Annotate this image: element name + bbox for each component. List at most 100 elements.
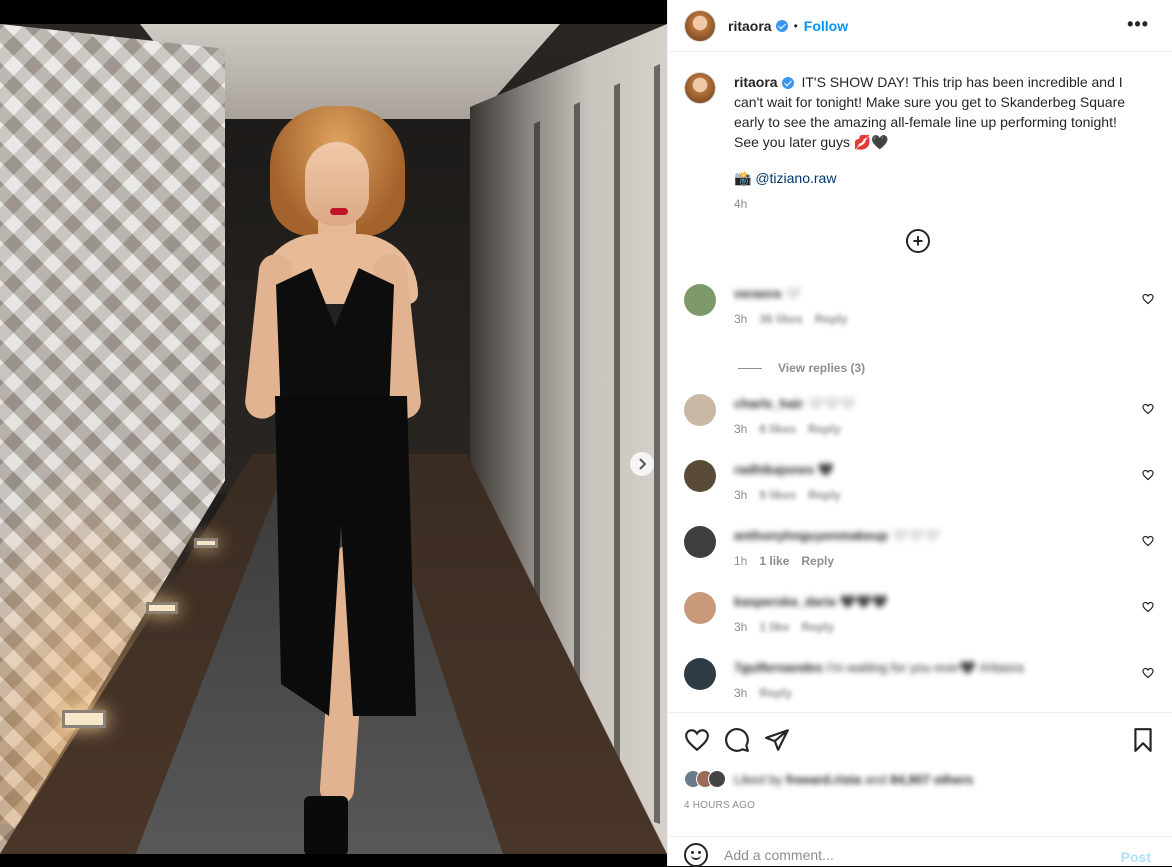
reply-button[interactable]: Reply bbox=[801, 554, 834, 568]
comment-like-heart-icon[interactable] bbox=[1142, 468, 1154, 481]
comment-meta: 3h 8 likes Reply bbox=[734, 422, 1124, 436]
post-caption: ritaora IT'S SHOW DAY! This trip has bee… bbox=[684, 72, 1154, 214]
comment-time: 3h bbox=[734, 620, 748, 634]
comment-likes[interactable]: 8 likes bbox=[759, 422, 796, 436]
emoji-smiley-icon[interactable] bbox=[684, 842, 708, 867]
author-avatar[interactable] bbox=[684, 9, 716, 42]
comment-likes[interactable]: 9 likes bbox=[759, 488, 796, 502]
floor-light bbox=[146, 602, 178, 614]
posted-time: 4 HOURS AGO bbox=[684, 800, 756, 811]
liker-avatar bbox=[708, 770, 726, 788]
comment-body: kasperska_daria 🖤🖤🖤 3h 1 like Reply bbox=[734, 588, 1124, 654]
follow-button[interactable]: Follow bbox=[804, 18, 848, 34]
comment-like-heart-icon[interactable] bbox=[1142, 402, 1154, 415]
comment-like-heart-icon[interactable] bbox=[1142, 292, 1154, 305]
commenter-avatar[interactable] bbox=[684, 460, 716, 492]
comment-text-line: charls_hair 🤍🤍🤍 bbox=[734, 394, 1124, 414]
load-more-comments-button[interactable]: + bbox=[906, 229, 930, 253]
comment-text-line: radhikajones 🖤 bbox=[734, 460, 1124, 480]
floor-light bbox=[194, 538, 218, 548]
commenter-username[interactable]: 7gulfernandes bbox=[734, 660, 823, 675]
comment-text: 🖤🖤🖤 bbox=[839, 594, 889, 609]
commenter-username[interactable]: charls_hair bbox=[734, 396, 803, 411]
commenter-username[interactable]: kasperska_daria bbox=[734, 594, 836, 609]
share-paper-plane-icon[interactable] bbox=[764, 727, 790, 753]
comment-item: 7gulfernandes I'm waiting for you ever🖤 … bbox=[684, 654, 1154, 720]
comments-list: veraora 🤍 3h 36 likes Reply View replies (3)… bbox=[684, 280, 1154, 720]
commenter-username[interactable]: radhikajones bbox=[734, 462, 814, 477]
comment-item: anthonyhnguyenmakeup 🤍🤍🤍 1h 1 like Reply bbox=[684, 522, 1154, 588]
comment-item: charls_hair 🤍🤍🤍 3h 8 likes Reply bbox=[684, 390, 1154, 456]
comment-input[interactable] bbox=[724, 846, 1104, 863]
comment-text: 🤍🤍🤍 bbox=[807, 396, 856, 411]
post-header: ritaora • Follow ••• bbox=[668, 0, 1172, 52]
floor-light bbox=[62, 710, 106, 728]
liker-username[interactable]: freeard.rista bbox=[786, 772, 861, 787]
comment-time: 3h bbox=[734, 422, 748, 436]
reply-button[interactable]: Reply bbox=[808, 422, 841, 436]
commenter-avatar[interactable] bbox=[684, 592, 716, 624]
comment-text: 🤍🤍🤍 bbox=[891, 528, 941, 543]
comment-time: 3h bbox=[734, 312, 748, 326]
caption-username[interactable]: ritaora bbox=[734, 74, 778, 90]
add-comment-bar: Post bbox=[668, 836, 1172, 867]
post-comment-button[interactable]: Post bbox=[1121, 849, 1151, 865]
comment-meta: 3h 9 likes Reply bbox=[734, 488, 1124, 502]
action-bar bbox=[668, 712, 1172, 766]
comment-body: veraora 🤍 3h 36 likes Reply bbox=[734, 280, 1124, 346]
likes-count[interactable]: 84,907 others bbox=[890, 772, 973, 787]
reply-button[interactable]: Reply bbox=[759, 686, 792, 700]
comment-time: 1h bbox=[734, 554, 748, 568]
comment-like-heart-icon[interactable] bbox=[1142, 600, 1154, 613]
chevron-right-icon bbox=[639, 458, 647, 470]
top-black-bar bbox=[0, 0, 667, 24]
caption-author-avatar[interactable] bbox=[684, 72, 716, 104]
caption-body: ritaora IT'S SHOW DAY! This trip has bee… bbox=[734, 72, 1144, 214]
save-bookmark-icon[interactable] bbox=[1130, 727, 1156, 753]
comment-likes[interactable]: 36 likes bbox=[759, 312, 802, 326]
comment-meta: 3h 1 like Reply bbox=[734, 620, 1124, 634]
comment-bubble-icon[interactable] bbox=[724, 727, 750, 753]
verified-badge-icon bbox=[781, 77, 794, 90]
commenter-username[interactable]: anthonyhnguyenmakeup bbox=[734, 528, 888, 543]
more-options-icon[interactable]: ••• bbox=[1127, 14, 1149, 35]
reply-button[interactable]: Reply bbox=[808, 488, 841, 502]
post-sidebar: ritaora • Follow ••• ritaora IT'S SHOW D… bbox=[667, 0, 1172, 867]
post-modal: ritaora • Follow ••• ritaora IT'S SHOW D… bbox=[0, 0, 1172, 867]
commenter-avatar[interactable] bbox=[684, 394, 716, 426]
view-replies-button[interactable]: View replies (3) bbox=[684, 346, 1154, 390]
comment-like-heart-icon[interactable] bbox=[1142, 666, 1154, 679]
verified-badge-icon bbox=[775, 19, 788, 32]
comment-item: kasperska_daria 🖤🖤🖤 3h 1 like Reply bbox=[684, 588, 1154, 654]
comment-time: 3h bbox=[734, 686, 748, 700]
next-photo-button[interactable] bbox=[630, 452, 654, 476]
comment-item: veraora 🤍 3h 36 likes Reply bbox=[684, 280, 1154, 346]
post-photo[interactable] bbox=[0, 24, 667, 854]
commenter-username[interactable]: veraora bbox=[734, 286, 781, 301]
commenter-avatar[interactable] bbox=[684, 284, 716, 316]
comment-likes[interactable]: 1 like bbox=[759, 554, 789, 568]
comment-meta: 3h Reply bbox=[734, 686, 1124, 700]
comment-text: 🖤 bbox=[817, 462, 835, 477]
like-heart-icon[interactable] bbox=[684, 727, 710, 753]
comment-item: radhikajones 🖤 3h 9 likes Reply bbox=[684, 456, 1154, 522]
figure-lips bbox=[330, 208, 348, 215]
reply-button[interactable]: Reply bbox=[801, 620, 834, 634]
comment-likes[interactable]: 1 like bbox=[759, 620, 789, 634]
photographer-mention[interactable]: 📸 @tiziano.raw bbox=[734, 168, 1144, 188]
comment-text-line: anthonyhnguyenmakeup 🤍🤍🤍 bbox=[734, 526, 1124, 546]
likes-summary[interactable]: Liked by freeard.rista and 84,907 others bbox=[684, 770, 973, 788]
mention-link[interactable]: @tiziano.raw bbox=[755, 170, 836, 186]
commenter-avatar[interactable] bbox=[684, 658, 716, 690]
comment-meta: 1h 1 like Reply bbox=[734, 554, 1124, 568]
camera-icon: 📸 bbox=[734, 170, 752, 186]
comment-like-heart-icon[interactable] bbox=[1142, 534, 1154, 547]
commenter-avatar[interactable] bbox=[684, 526, 716, 558]
separator-dot: • bbox=[793, 18, 798, 33]
reply-button[interactable]: Reply bbox=[815, 312, 848, 326]
likes-text: Liked by freeard.rista and 84,907 others bbox=[734, 772, 973, 787]
caption-timestamp: 4h bbox=[734, 197, 748, 211]
author-username[interactable]: ritaora bbox=[728, 18, 772, 34]
likes-prefix: Liked by bbox=[734, 771, 783, 787]
comment-text-line: 7gulfernandes I'm waiting for you ever🖤 … bbox=[734, 658, 1124, 678]
